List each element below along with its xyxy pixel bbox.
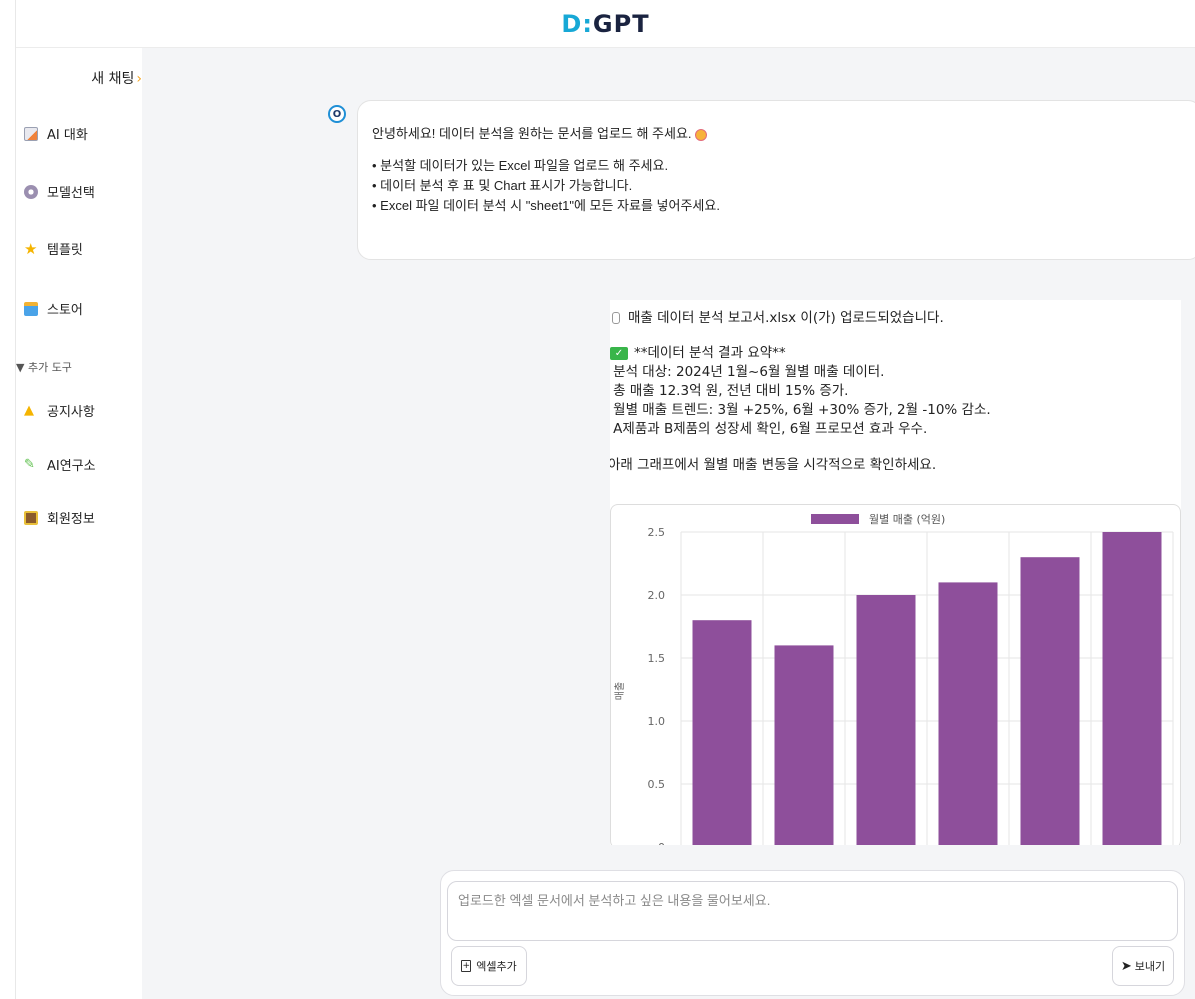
y-tick-label: 2.0	[648, 589, 666, 602]
sidebar-item-label: 모델선택	[47, 186, 95, 201]
sidebar-item-label: 스토어	[47, 303, 83, 318]
sidebar-item-templates[interactable]: ★ 템플릿	[24, 239, 83, 258]
bar-chart: 월별 매출 (억원) 0 0.5 1.0 1.5 2.0 2.5 매출	[610, 504, 1181, 845]
bar	[1020, 557, 1080, 845]
greeting-text: 안녕하세요! 데이터 분석을 원하는 문서를 업로드 해 주세요.	[372, 126, 692, 141]
bot-bullet: • 분석할 데이터가 있는 Excel 파일을 업로드 해 주세요.	[372, 158, 669, 173]
y-tick-label: 2.5	[648, 526, 666, 539]
file-icon	[612, 312, 620, 324]
chart-intro: 아래 그래프에서 월별 매출 변동을 시각적으로 확인하세요.	[610, 457, 937, 473]
send-label: 보내기	[1134, 960, 1166, 973]
shopping-bag-icon	[24, 301, 38, 316]
bot-greeting: 안녕하세요! 데이터 분석을 원하는 문서를 업로드 해 주세요.	[372, 123, 1187, 142]
bar	[692, 620, 752, 845]
smile-emoji-icon	[694, 128, 707, 141]
y-tick-label: 1.0	[648, 715, 666, 728]
book-icon	[24, 510, 38, 525]
bell-icon: ▲	[24, 402, 34, 418]
y-tick-label: 0	[658, 841, 665, 845]
legend-label: 월별 매출 (억원)	[869, 513, 945, 526]
sidebar-item-ai-chat[interactable]: AI 대화	[24, 124, 88, 143]
y-tick-label: 1.5	[648, 652, 666, 665]
bar-chart-svg: 월별 매출 (억원) 0 0.5 1.0 1.5 2.0 2.5 매출	[614, 513, 1174, 845]
question-input[interactable]: 업로드한 엑셀 문서에서 분석하고 싶은 내용을 물어보세요.	[447, 881, 1178, 941]
upload-notice: 매출 데이터 분석 보고서.xlsx 이(가) 업로드되었습니다.	[610, 306, 944, 326]
summary-line: - A제품과 B제품의 성장세 확인, 6월 프로모션 효과 우수.	[610, 421, 928, 437]
chevron-right-icon: ›	[136, 71, 142, 87]
new-chat-button[interactable]: 새 채팅 ›	[16, 68, 142, 88]
pen-icon: ✎	[24, 456, 35, 472]
sidebar-item-store[interactable]: 스토어	[24, 299, 83, 318]
analysis-result-message: 매출 데이터 분석 보고서.xlsx 이(가) 업로드되었습니다. ✓ **데이터…	[610, 300, 1181, 845]
bot-bullet: • Excel 파일 데이터 분석 시 "sheet1"에 모든 자료를 넣어주…	[372, 198, 720, 213]
dgpt-logo[interactable]: D:GPT	[561, 10, 649, 38]
legend-swatch	[811, 514, 859, 524]
star-icon: ★	[24, 239, 38, 258]
document-edit-icon	[24, 126, 38, 141]
bar	[856, 595, 916, 845]
summary-line: - 분석 대상: 2024년 1월~6월 월별 매출 데이터.	[610, 364, 885, 380]
summary-title: ✓ **데이터 분석 결과 요약**	[610, 341, 786, 361]
summary-line: - 월별 매출 트렌드: 3월 +25%, 6월 +30% 증가, 2월 -10…	[610, 402, 991, 418]
sidebar-item-notices[interactable]: ▲ 공지사항	[24, 401, 95, 420]
sidebar-item-label: 템플릿	[47, 243, 83, 258]
summary-line: - 총 매출 12.3억 원, 전년 대비 15% 증가.	[610, 383, 849, 399]
bot-bullet: • 데이터 분석 후 표 및 Chart 표시가 가능합니다.	[372, 178, 633, 193]
y-tick-label: 0.5	[648, 778, 666, 791]
summary-title-text: **데이터 분석 결과 요약**	[634, 345, 786, 361]
send-button[interactable]: ➤ 보내기	[1112, 946, 1174, 986]
logo-colon: :	[582, 9, 593, 38]
logo-gpt: GPT	[592, 9, 650, 38]
add-file-icon: +	[461, 960, 472, 972]
new-chat-label: 새 채팅	[91, 71, 135, 87]
bar	[938, 582, 998, 845]
sidebar-item-model-select[interactable]: 모델선택	[24, 182, 95, 201]
sidebar-item-label: AI 대화	[47, 128, 88, 143]
bar	[774, 645, 834, 845]
sidebar-item-ai-lab[interactable]: ✎ AI연구소	[24, 455, 96, 474]
check-icon: ✓	[610, 346, 628, 360]
sidebar-item-label: 회원정보	[47, 512, 95, 527]
sidebar: 새 채팅 › AI 대화 모델선택 ★ 템플릿 스토어 ▼ 추가 도구 ▲ 공지사…	[16, 48, 142, 999]
send-plane-icon: ➤	[1120, 958, 1132, 974]
composer: 업로드한 엑셀 문서에서 분석하고 싶은 내용을 물어보세요. + 엑셀추가 ➤ 보…	[440, 870, 1185, 996]
add-excel-button[interactable]: + 엑셀추가	[451, 946, 527, 986]
gear-icon	[24, 184, 38, 199]
sidebar-item-member-info[interactable]: 회원정보	[24, 508, 95, 527]
y-axis-label: 매출	[614, 682, 626, 700]
bot-message-bubble: 안녕하세요! 데이터 분석을 원하는 문서를 업로드 해 주세요. • 분석할 …	[357, 100, 1195, 260]
top-header: D:GPT	[16, 0, 1195, 48]
extra-tools-section-toggle[interactable]: ▼ 추가 도구	[16, 359, 72, 375]
window-left-edge	[0, 0, 16, 999]
bot-avatar: O	[328, 105, 346, 123]
bar	[1102, 532, 1162, 845]
add-excel-label: 엑셀추가	[476, 960, 517, 973]
sidebar-item-label: AI연구소	[47, 459, 96, 474]
logo-d: D	[561, 9, 583, 38]
upload-notice-text: 매출 데이터 분석 보고서.xlsx 이(가) 업로드되었습니다.	[628, 310, 944, 326]
sidebar-item-label: 공지사항	[47, 405, 95, 420]
